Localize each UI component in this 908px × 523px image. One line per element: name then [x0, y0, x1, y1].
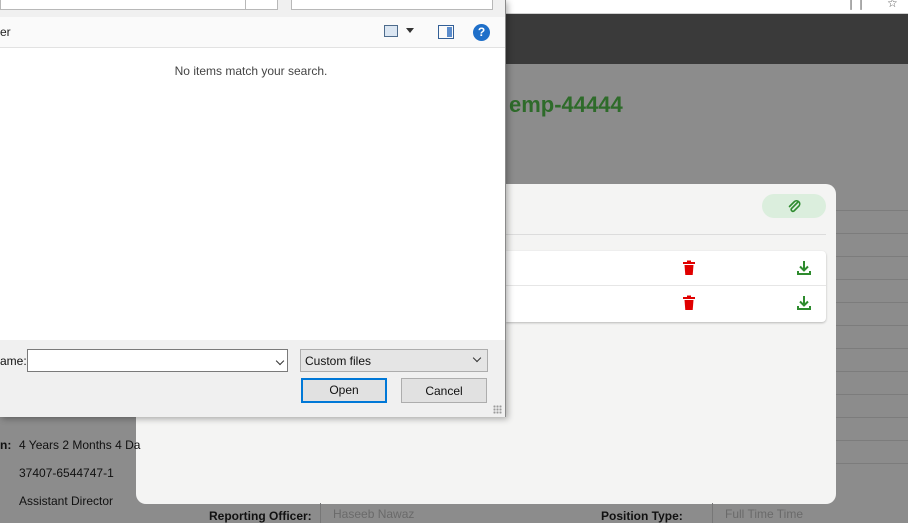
open-button[interactable]: Open — [301, 378, 387, 403]
bookmark-star-icon[interactable]: ☆ — [887, 0, 898, 10]
preview-pane-icon[interactable] — [438, 25, 454, 39]
resize-grip-icon[interactable] — [493, 405, 502, 414]
refresh-button[interactable] — [246, 0, 278, 10]
filename-label: ame: — [0, 354, 27, 368]
download-icon[interactable] — [796, 295, 812, 311]
page-title: emp-44444 — [509, 92, 623, 117]
delete-icon[interactable] — [682, 260, 696, 276]
extensions-icon[interactable]: ❘❘ — [846, 0, 866, 10]
file-type-select[interactable]: Custom files — [300, 349, 488, 372]
modal-divider — [506, 234, 826, 235]
background-form-lines — [836, 210, 908, 510]
service-label: n: — [0, 438, 12, 452]
address-bar[interactable] — [0, 0, 246, 10]
service-value: 4 Years 2 Months 4 Da — [19, 438, 141, 452]
delete-icon[interactable] — [682, 295, 696, 311]
chevron-down-icon[interactable] — [275, 356, 285, 366]
download-icon[interactable] — [796, 260, 812, 276]
reporting-officer-label: Reporting Officer: — [209, 509, 312, 523]
dialog-toolbar: er ? — [0, 17, 505, 48]
search-box[interactable] — [291, 0, 493, 10]
position-type-field[interactable]: Full Time Time — [712, 503, 908, 523]
designation-value: Assistant Director — [19, 494, 114, 508]
file-list-area[interactable]: No items match your search. — [0, 48, 505, 340]
attachment-row — [506, 251, 826, 286]
cancel-button[interactable]: Cancel — [401, 378, 487, 403]
paperclip-icon — [788, 200, 801, 213]
empty-message: No items match your search. — [174, 64, 328, 78]
reporting-officer-field[interactable]: Haseeb Nawaz — [320, 503, 568, 523]
help-icon[interactable]: ? — [473, 24, 490, 41]
attachment-list — [506, 251, 826, 322]
position-type-label: Position Type: — [601, 509, 683, 523]
new-folder-button[interactable]: er — [0, 25, 11, 39]
cnic-value: 37407-6544747-1 — [19, 466, 114, 480]
attachment-row — [506, 286, 826, 321]
filename-input[interactable] — [27, 349, 288, 372]
view-options-icon[interactable] — [384, 25, 398, 37]
file-type-value: Custom files — [305, 354, 372, 368]
file-open-dialog: er ? No items match your search. ame: Cu… — [0, 0, 506, 417]
view-dropdown-caret-icon[interactable] — [406, 28, 414, 33]
attach-file-button[interactable] — [762, 194, 826, 218]
chevron-down-icon — [472, 353, 482, 363]
dialog-footer: ame: Custom files Open Cancel — [0, 340, 505, 417]
